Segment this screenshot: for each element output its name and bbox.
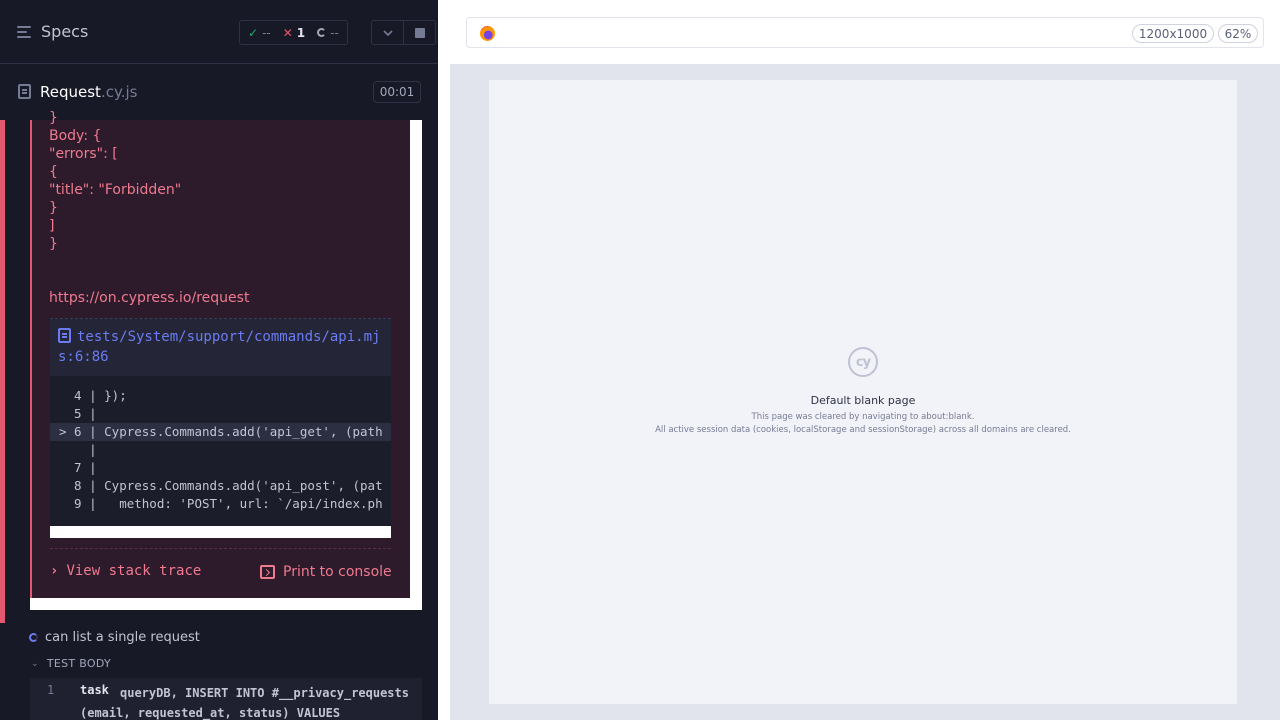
splitter[interactable] [438, 0, 450, 720]
x-icon: ✕ [282, 25, 293, 40]
code-line: | [59, 442, 97, 457]
view-stack-label: View stack trace [66, 563, 202, 579]
firefox-icon [480, 26, 495, 41]
test-body-label: TEST BODY [46, 657, 112, 670]
check-icon: ✓ [248, 25, 259, 40]
docs-link[interactable]: https://on.cypress.io/request [49, 290, 249, 306]
test-stats: ✓ -- ✕ 1 -- [239, 20, 348, 45]
spec-file-header: Request.cy.js 00:01 [0, 64, 438, 120]
command-number: 1 [47, 683, 55, 697]
pending-stat: -- [317, 26, 339, 40]
chevron-down-icon [382, 29, 393, 36]
terminal-icon [260, 565, 275, 579]
passed-stat: ✓ -- [248, 26, 271, 40]
failed-test-indicator [0, 120, 5, 623]
error-line: } [49, 110, 58, 126]
test-title: can list a single request [45, 630, 200, 645]
code-frame-path: tests/System/support/commands/api.mjs:6:… [58, 329, 381, 365]
stop-icon [414, 27, 425, 38]
passed-count: -- [262, 25, 271, 40]
specs-list-icon [17, 25, 33, 39]
error-line: "errors": [ [49, 146, 118, 162]
reporter-panel: Specs ✓ -- ✕ 1 -- Request.cy.js 00:01 } Bo… [0, 0, 438, 720]
specs-button[interactable]: Specs [17, 22, 88, 41]
code-frame: tests/System/support/commands/api.mjs:6:… [50, 318, 391, 538]
view-stack-trace-button[interactable]: › View stack trace [50, 563, 201, 579]
code-line-highlighted: > 6 | Cypress.Commands.add('api_get', (p… [50, 423, 391, 441]
document-icon [18, 84, 31, 99]
spec-file-name[interactable]: Request.cy.js [40, 83, 137, 101]
chevron-right-icon: › [50, 563, 59, 579]
zoom-badge[interactable]: 62% [1218, 24, 1258, 43]
code-frame-header: tests/System/support/commands/api.mjs:6:… [50, 319, 391, 376]
error-line: "title": "Forbidden" [49, 182, 182, 198]
viewport-size-badge[interactable]: 1200x1000 [1132, 24, 1214, 43]
spec-ext: .cy.js [100, 83, 138, 101]
error-line: } [49, 236, 58, 252]
app-under-test: 1200x1000 62% cy Default blank page This… [450, 0, 1280, 720]
code-frame-file-link[interactable]: tests/System/support/commands/api.mjs:6:… [58, 327, 388, 367]
aut-iframe: cy Default blank page This page was clea… [489, 80, 1237, 704]
print-label: Print to console [283, 564, 392, 580]
blank-page-title: Default blank page [810, 394, 916, 407]
code-line: 8 | Cypress.Commands.add('api_post', (pa… [59, 478, 383, 493]
code-line: 4 | }); [59, 388, 127, 403]
code-line: 7 | [59, 460, 97, 475]
error-line: Body: { [49, 128, 102, 144]
chevron-down-icon: ⌄ [31, 658, 39, 669]
reporter-header: Specs ✓ -- ✕ 1 -- [0, 0, 438, 64]
print-to-console-button[interactable]: Print to console [260, 564, 392, 580]
cypress-logo-icon: cy [848, 347, 878, 377]
divider [50, 548, 391, 549]
blank-page-subtitle: All active session data (cookies, localS… [655, 425, 1071, 435]
error-line: } [49, 200, 58, 216]
pending-count: -- [330, 25, 339, 40]
error-line: ] [49, 218, 55, 234]
test-row[interactable]: can list a single request [29, 630, 200, 645]
error-line: { [49, 164, 58, 180]
stop-button[interactable] [403, 20, 436, 45]
failed-stat: ✕ 1 [283, 26, 305, 40]
duration-badge: 00:01 [373, 81, 421, 103]
blank-page-subtitle: This page was cleared by navigating to a… [751, 412, 975, 422]
spec-name: Request [40, 83, 101, 101]
test-body-toggle[interactable]: ⌄ TEST BODY [31, 657, 111, 670]
code-frame-scrollbar[interactable] [50, 526, 391, 538]
running-spinner-icon [29, 633, 38, 642]
aut-header: 1200x1000 62% [450, 0, 1280, 64]
error-edge [30, 120, 32, 598]
pending-spinner-icon [317, 28, 327, 37]
code-line: 5 | [59, 406, 97, 421]
code-line: 9 | method: 'POST', url: `/api/index.ph [59, 496, 383, 511]
command-message: queryDB, INSERT INTO #__privacy_requests… [80, 686, 409, 720]
document-icon [58, 328, 71, 343]
failed-count: 1 [296, 25, 306, 40]
url-bar[interactable]: 1200x1000 62% [466, 17, 1264, 48]
expand-collapse-button[interactable] [371, 20, 404, 45]
specs-label: Specs [41, 22, 89, 41]
